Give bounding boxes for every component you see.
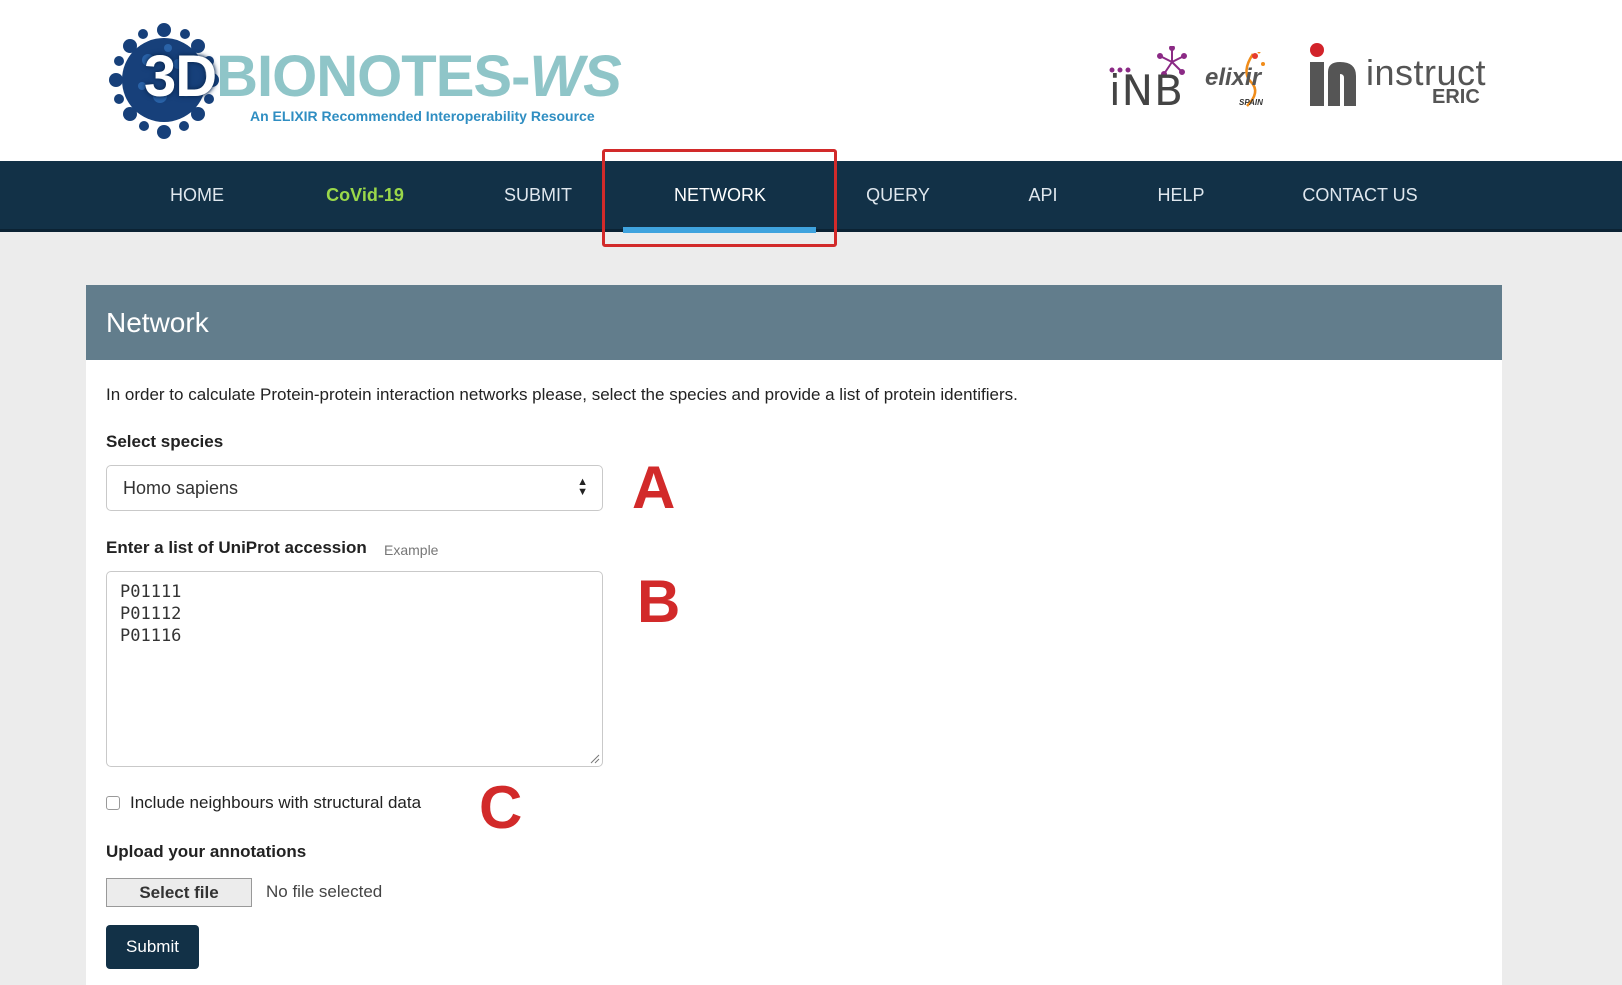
accession-line: P01111 xyxy=(120,582,182,602)
species-label: Select species xyxy=(106,432,224,451)
accession-line: P01112 xyxy=(120,604,182,624)
logo-3d: 3D xyxy=(144,44,217,109)
neighbours-label[interactable]: Include neighbours with structural data xyxy=(130,793,421,813)
annotation-a: A xyxy=(632,454,676,521)
accession-line: P01116 xyxy=(120,626,182,646)
annotation-c: C xyxy=(479,774,523,841)
example-link[interactable]: Example xyxy=(384,542,438,558)
nav-help[interactable]: HELP xyxy=(1148,161,1214,229)
file-status: No file selected xyxy=(266,882,383,901)
site-header: 3DBIONOTES-WS An ELIXIR Recommended Inte… xyxy=(0,0,1622,161)
nav-query[interactable]: QUERY xyxy=(856,161,940,229)
upload-label: Upload your annotations xyxy=(106,842,307,861)
accession-label: Enter a list of UniProt accession xyxy=(106,538,367,557)
species-select[interactable]: Homo sapiens ▲ ▼ xyxy=(106,465,603,511)
elixir-spain-label: SPAIN xyxy=(1239,98,1263,107)
select-file-button[interactable]: Select file xyxy=(106,878,252,907)
instruct-mark-icon xyxy=(1310,43,1356,106)
logo-ws: WS xyxy=(529,44,621,109)
species-value: Homo sapiens xyxy=(123,478,239,498)
intro-text: In order to calculate Protein-protein in… xyxy=(106,385,1018,404)
logo-tagline: An ELIXIR Recommended Interoperability R… xyxy=(250,108,595,124)
logo-name: BIONOTES- xyxy=(216,44,530,109)
resize-grip-icon[interactable] xyxy=(590,754,600,764)
nav-covid-19[interactable]: CoVid-19 xyxy=(312,161,418,229)
elixir-logo[interactable]: elixir xyxy=(1205,64,1261,92)
accession-textarea[interactable]: P01111 P01112 P01116 xyxy=(106,571,603,767)
nav-submit[interactable]: SUBMIT xyxy=(490,161,586,229)
nav-contact-us[interactable]: CONTACT US xyxy=(1290,161,1430,229)
submit-button[interactable]: Submit xyxy=(106,925,199,969)
network-panel: Network In order to calculate Protein-pr… xyxy=(86,285,1502,985)
nav-api[interactable]: API xyxy=(1014,161,1072,229)
annotation-b: B xyxy=(637,568,681,635)
network-highlight-box xyxy=(602,149,837,247)
instruct-eric-label: ERIC xyxy=(1432,86,1480,108)
select-arrows-icon: ▲ ▼ xyxy=(577,476,588,498)
inb-logo[interactable]: iNB xyxy=(1109,66,1184,115)
panel-title: Network xyxy=(106,307,209,338)
site-logo-title[interactable]: 3DBIONOTES-WS xyxy=(144,48,622,106)
neighbours-checkbox[interactable] xyxy=(106,796,120,810)
nav-home[interactable]: HOME xyxy=(152,161,242,229)
panel-header: Network xyxy=(86,285,1502,360)
